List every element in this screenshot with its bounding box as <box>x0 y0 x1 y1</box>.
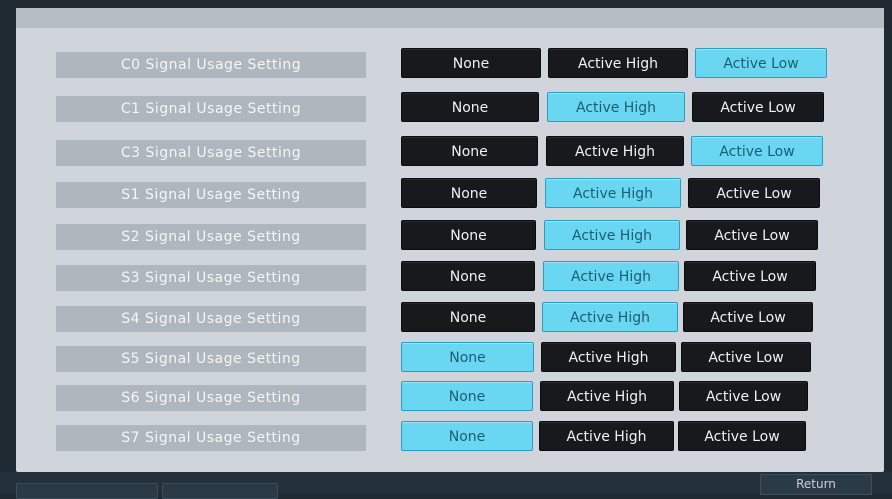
return-button[interactable]: Return <box>760 474 872 495</box>
option-active-low-button[interactable]: Active Low <box>695 48 827 78</box>
option-none-button[interactable]: None <box>401 178 537 208</box>
option-active-low-button[interactable]: Active Low <box>688 178 820 208</box>
bottom-tab-left[interactable] <box>16 483 158 499</box>
option-active-high-button[interactable]: Active High <box>539 421 674 451</box>
option-active-low-button[interactable]: Active Low <box>678 421 806 451</box>
option-none-button[interactable]: None <box>401 136 538 166</box>
option-active-high-button[interactable]: Active High <box>540 381 674 411</box>
option-active-high-button[interactable]: Active High <box>543 261 679 291</box>
setting-label: S2 Signal Usage Setting <box>56 224 366 250</box>
option-none-button[interactable]: None <box>401 302 535 332</box>
option-none-button[interactable]: None <box>401 261 535 291</box>
setting-label: C1 Signal Usage Setting <box>56 96 366 122</box>
option-none-button[interactable]: None <box>401 342 534 372</box>
bottom-tab-middle[interactable] <box>162 483 278 499</box>
setting-label: S7 Signal Usage Setting <box>56 425 366 451</box>
setting-label: S5 Signal Usage Setting <box>56 346 366 372</box>
option-active-high-button[interactable]: Active High <box>547 92 685 122</box>
option-none-button[interactable]: None <box>401 220 536 250</box>
option-active-low-button[interactable]: Active Low <box>681 342 811 372</box>
option-none-button[interactable]: None <box>401 92 539 122</box>
option-active-high-button[interactable]: Active High <box>545 178 681 208</box>
option-none-button[interactable]: None <box>401 48 541 78</box>
setting-label: C3 Signal Usage Setting <box>56 140 366 166</box>
option-active-low-button[interactable]: Active Low <box>686 220 818 250</box>
option-none-button[interactable]: None <box>401 381 533 411</box>
top-bar <box>16 8 884 28</box>
option-active-high-button[interactable]: Active High <box>541 342 676 372</box>
setting-label: S4 Signal Usage Setting <box>56 306 366 332</box>
option-active-low-button[interactable]: Active Low <box>684 261 816 291</box>
option-active-high-button[interactable]: Active High <box>546 136 684 166</box>
bottom-bar: Return <box>0 472 892 499</box>
setting-label: S1 Signal Usage Setting <box>56 182 366 208</box>
setting-label: S6 Signal Usage Setting <box>56 385 366 411</box>
option-active-high-button[interactable]: Active High <box>548 48 688 78</box>
option-active-high-button[interactable]: Active High <box>544 220 680 250</box>
option-active-low-button[interactable]: Active Low <box>679 381 808 411</box>
settings-screen: C0 Signal Usage Setting None Active High… <box>16 8 884 472</box>
option-active-low-button[interactable]: Active Low <box>691 136 823 166</box>
setting-label: C0 Signal Usage Setting <box>56 52 366 78</box>
option-active-low-button[interactable]: Active Low <box>692 92 824 122</box>
option-none-button[interactable]: None <box>401 421 533 451</box>
option-active-low-button[interactable]: Active Low <box>683 302 813 332</box>
setting-label: S3 Signal Usage Setting <box>56 265 366 291</box>
option-active-high-button[interactable]: Active High <box>542 302 678 332</box>
